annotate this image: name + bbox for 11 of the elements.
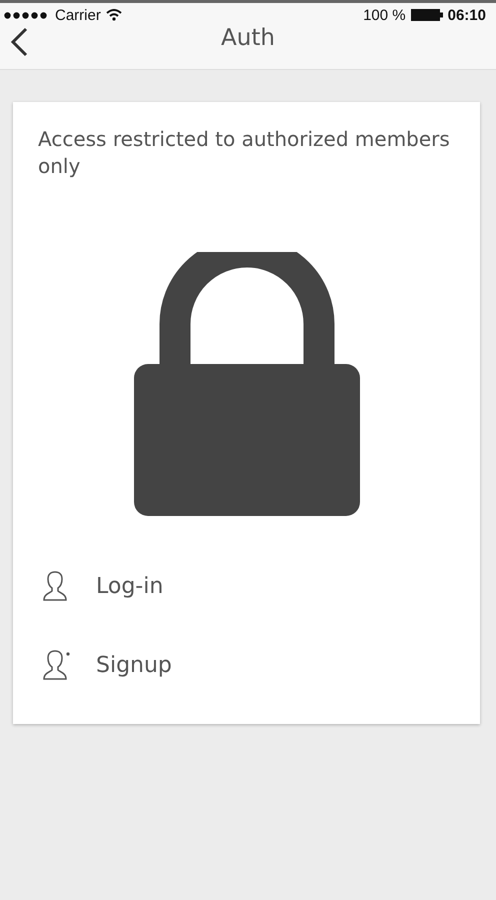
- wifi-icon: [106, 9, 122, 21]
- back-icon[interactable]: [10, 27, 28, 57]
- restriction-message: Access restricted to authorized members only: [38, 126, 451, 180]
- signup-link[interactable]: Signup: [96, 652, 172, 678]
- battery-percent: 100 %: [363, 6, 406, 24]
- clock-time: 06:10: [448, 6, 486, 24]
- nav-title: Auth: [221, 25, 275, 51]
- carrier-name: Carrier: [55, 6, 101, 24]
- login-link[interactable]: Log-in: [96, 574, 164, 598]
- battery-icon: [410, 9, 443, 21]
- padlock-icon: [134, 252, 360, 516]
